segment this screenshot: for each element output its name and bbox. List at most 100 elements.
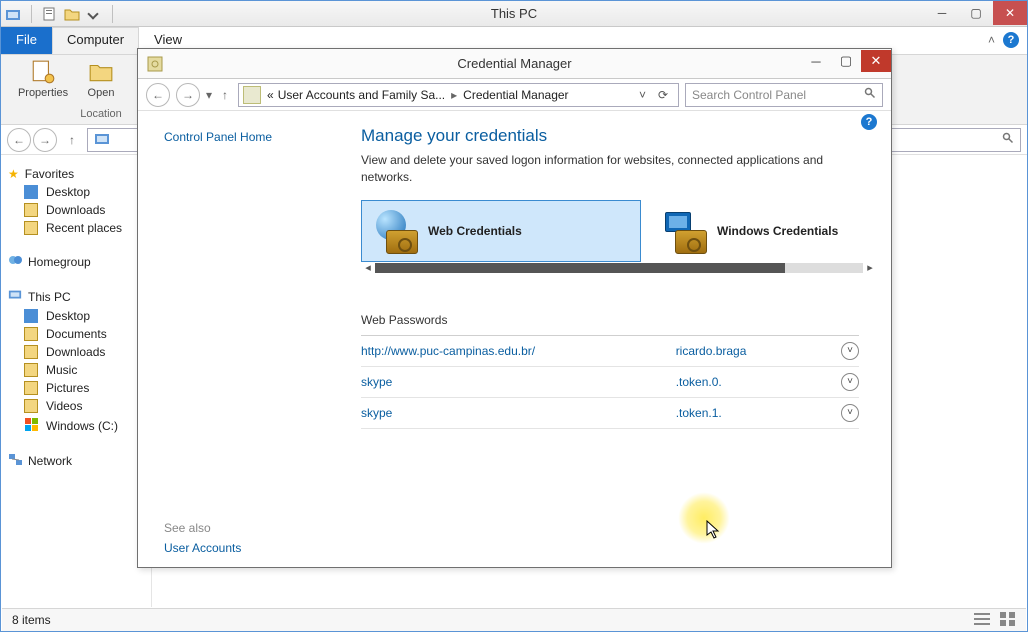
quick-access-toolbar bbox=[1, 5, 117, 23]
pc-downloads[interactable]: Downloads bbox=[2, 343, 151, 361]
app-icon bbox=[5, 6, 21, 22]
tab-computer[interactable]: Computer bbox=[52, 27, 139, 54]
windows-credentials-tab[interactable]: Windows Credentials bbox=[651, 200, 871, 262]
favorites-recent[interactable]: Recent places bbox=[2, 219, 151, 237]
web-credentials-icon bbox=[372, 208, 418, 254]
control-panel-icon bbox=[243, 86, 261, 104]
network-header[interactable]: Network bbox=[2, 450, 151, 471]
cm-app-icon bbox=[146, 55, 164, 76]
cm-nav-bar: ← → ▾ ↑ « User Accounts and Family Sa...… bbox=[138, 79, 891, 111]
web-credentials-label: Web Credentials bbox=[428, 224, 522, 238]
tabs-scrollbar[interactable]: ◂ ▸ bbox=[361, 261, 877, 275]
credential-site: http://www.puc-campinas.edu.br/ bbox=[361, 344, 650, 358]
cursor-highlight bbox=[678, 492, 730, 544]
homegroup-header[interactable]: Homegroup bbox=[2, 251, 151, 272]
pc-desktop[interactable]: Desktop bbox=[2, 307, 151, 325]
web-passwords-header: Web Passwords bbox=[361, 313, 859, 336]
credential-site: skype bbox=[361, 406, 650, 420]
credential-user: .token.1. bbox=[676, 406, 815, 420]
credential-manager-window: Credential Manager ─ ▢ ✕ ← → ▾ ↑ « User … bbox=[137, 48, 892, 568]
status-bar: 8 items bbox=[2, 608, 1026, 631]
details-view-icon[interactable] bbox=[974, 612, 990, 629]
new-folder-icon[interactable] bbox=[64, 6, 80, 22]
expand-icon[interactable]: ˅ bbox=[841, 404, 859, 422]
network-icon bbox=[8, 452, 22, 469]
credential-user: ricardo.braga bbox=[676, 344, 815, 358]
cm-close-button[interactable]: ✕ bbox=[861, 50, 891, 72]
back-button[interactable]: ← bbox=[7, 128, 31, 152]
credential-user: .token.0. bbox=[676, 375, 815, 389]
ribbon-collapse-icon[interactable]: ˄ bbox=[988, 33, 995, 47]
cm-minimize-button[interactable]: ─ bbox=[801, 50, 831, 72]
pc-documents[interactable]: Documents bbox=[2, 325, 151, 343]
expand-icon[interactable]: ˅ bbox=[841, 373, 859, 391]
icons-view-icon[interactable] bbox=[1000, 612, 1016, 629]
pc-pictures[interactable]: Pictures bbox=[2, 379, 151, 397]
scroll-left-icon[interactable]: ◂ bbox=[361, 261, 375, 275]
open-button[interactable]: Open bbox=[79, 59, 123, 99]
breadcrumb-prefix[interactable]: « bbox=[265, 88, 276, 102]
cm-description: View and delete your saved logon informa… bbox=[361, 152, 831, 186]
status-items: 8 items bbox=[12, 613, 51, 627]
web-passwords-section: Web Passwords http://www.puc-campinas.ed… bbox=[361, 313, 859, 429]
titlebar: This PC ─ ▢ ✕ bbox=[1, 1, 1027, 27]
windows-credentials-label: Windows Credentials bbox=[717, 224, 838, 238]
address-dropdown-icon[interactable]: ˅ bbox=[633, 88, 652, 102]
expand-icon[interactable]: ˅ bbox=[841, 342, 859, 360]
group-location-label: Location bbox=[80, 108, 122, 120]
pc-icon bbox=[8, 288, 22, 305]
properties-label: Properties bbox=[18, 87, 68, 99]
cm-main-pane: ? Manage your credentials View and delet… bbox=[353, 112, 891, 567]
web-credentials-tab[interactable]: Web Credentials bbox=[361, 200, 641, 262]
favorites-header[interactable]: ★ Favorites bbox=[2, 165, 151, 183]
cm-search-input[interactable]: Search Control Panel bbox=[685, 83, 883, 107]
search-icon bbox=[864, 87, 876, 102]
open-label: Open bbox=[88, 87, 115, 99]
cm-heading: Manage your credentials bbox=[361, 126, 877, 146]
control-panel-home-link[interactable]: Control Panel Home bbox=[164, 130, 272, 144]
homegroup-icon bbox=[8, 253, 22, 270]
minimize-button[interactable]: ─ bbox=[925, 1, 959, 25]
credential-row[interactable]: skype .token.1. ˅ bbox=[361, 398, 859, 429]
credential-row[interactable]: skype .token.0. ˅ bbox=[361, 367, 859, 398]
favorites-downloads[interactable]: Downloads bbox=[2, 201, 151, 219]
tab-file[interactable]: File bbox=[1, 27, 52, 54]
search-icon bbox=[1002, 132, 1014, 147]
drive-icon bbox=[24, 417, 38, 434]
cm-address-bar[interactable]: « User Accounts and Family Sa... ▸ Crede… bbox=[238, 83, 679, 107]
cm-help-icon[interactable]: ? bbox=[861, 114, 877, 130]
help-icon[interactable]: ? bbox=[1003, 32, 1019, 48]
windows-credentials-icon bbox=[661, 208, 707, 254]
maximize-button[interactable]: ▢ bbox=[959, 1, 993, 25]
cm-forward-button[interactable]: → bbox=[176, 83, 200, 107]
pc-windowsc[interactable]: Windows (C:) bbox=[2, 415, 151, 436]
star-icon: ★ bbox=[8, 167, 19, 181]
user-accounts-link[interactable]: User Accounts bbox=[164, 541, 337, 555]
refresh-button[interactable]: ⟳ bbox=[652, 88, 674, 102]
forward-button[interactable]: → bbox=[33, 128, 57, 152]
cm-history-dropdown-icon[interactable]: ▾ bbox=[206, 88, 212, 102]
properties-button[interactable]: Properties bbox=[21, 59, 65, 99]
credential-site: skype bbox=[361, 375, 650, 389]
pc-music[interactable]: Music bbox=[2, 361, 151, 379]
cm-search-placeholder: Search Control Panel bbox=[692, 88, 806, 102]
cm-titlebar: Credential Manager ─ ▢ ✕ bbox=[138, 49, 891, 79]
scroll-right-icon[interactable]: ▸ bbox=[863, 261, 877, 275]
cm-maximize-button[interactable]: ▢ bbox=[831, 50, 861, 72]
thispc-header[interactable]: This PC bbox=[2, 286, 151, 307]
cm-back-button[interactable]: ← bbox=[146, 83, 170, 107]
cm-up-button[interactable]: ↑ bbox=[218, 88, 232, 102]
favorites-desktop[interactable]: Desktop bbox=[2, 183, 151, 201]
properties-icon[interactable] bbox=[42, 6, 58, 22]
qat-dropdown-icon[interactable] bbox=[86, 6, 102, 22]
breadcrumb-users[interactable]: User Accounts and Family Sa... bbox=[276, 88, 447, 102]
window-title: This PC bbox=[1, 6, 1027, 21]
close-button[interactable]: ✕ bbox=[993, 1, 1027, 25]
cm-title-text: Credential Manager bbox=[457, 56, 571, 71]
up-button[interactable]: ↑ bbox=[63, 133, 81, 147]
navigation-pane: ★ Favorites Desktop Downloads Recent pla… bbox=[2, 157, 152, 607]
see-also-label: See also bbox=[164, 521, 337, 535]
pc-videos[interactable]: Videos bbox=[2, 397, 151, 415]
breadcrumb-cred-mgr[interactable]: Credential Manager bbox=[461, 88, 570, 102]
credential-row[interactable]: http://www.puc-campinas.edu.br/ricardo.b… bbox=[361, 336, 859, 367]
